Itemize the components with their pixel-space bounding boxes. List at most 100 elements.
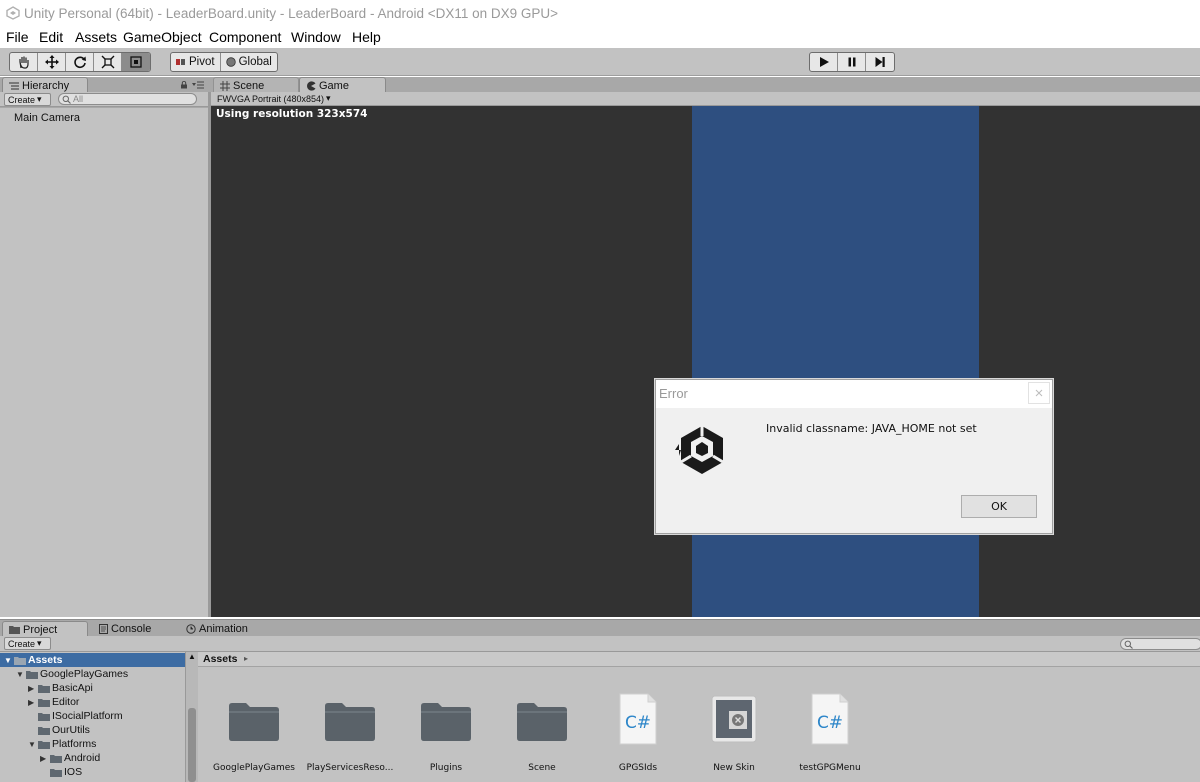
tab-project[interactable]: Project — [2, 621, 88, 636]
asset-label: testGPGMenu — [799, 763, 861, 773]
window-title: Unity Personal (64bit) - LeaderBoard.uni… — [24, 6, 559, 21]
tree-item-assets[interactable]: ▼ Assets — [0, 653, 185, 667]
breadcrumb-assets[interactable]: Assets — [203, 653, 237, 665]
ok-button-label: OK — [991, 500, 1007, 513]
tab-hierarchy[interactable]: Hierarchy — [2, 77, 88, 92]
tab-console[interactable]: Console — [93, 621, 157, 636]
chevron-down-icon: ▾ — [37, 638, 42, 648]
menu-assets[interactable]: Assets — [75, 29, 117, 45]
asset-item[interactable]: New Skin — [686, 692, 782, 777]
svg-text:C#: C# — [625, 713, 651, 733]
game-view[interactable]: Using resolution 323x574 — [211, 106, 1200, 617]
folder-icon — [26, 670, 38, 679]
grid-icon — [220, 80, 230, 91]
tree-item-android[interactable]: ▶ Android — [40, 751, 100, 765]
breadcrumb: Assets ▸ — [198, 652, 1200, 667]
hand-tool-icon[interactable] — [10, 53, 38, 71]
collapsed-arrow-icon: ▶ — [28, 697, 35, 707]
folder-icon — [229, 703, 279, 741]
asset-label: PlayServicesReso... — [306, 763, 394, 773]
asset-label: New Skin — [713, 763, 755, 773]
menu-component[interactable]: Component — [209, 29, 281, 45]
pivot-icon — [176, 59, 185, 65]
folder-icon — [325, 703, 375, 741]
ok-button[interactable]: OK — [961, 495, 1037, 518]
view-tabbar: Scene Game — [211, 77, 1200, 92]
tree-item-label: ISocialPlatform — [52, 710, 123, 722]
lock-icon[interactable] — [180, 81, 188, 89]
tree-item-ios[interactable]: IOS — [40, 765, 82, 779]
dialog-title: Error — [659, 386, 688, 401]
menu-file[interactable]: File — [6, 29, 29, 45]
tree-item-platforms[interactable]: ▼ Platforms — [28, 737, 96, 751]
expanded-arrow-icon: ▼ — [16, 669, 24, 679]
tab-project-label: Project — [23, 623, 58, 636]
tab-game[interactable]: Game — [299, 77, 386, 92]
menu-gameobject[interactable]: GameObject — [123, 29, 202, 45]
folder-icon — [38, 740, 50, 749]
tree-scrollbar[interactable]: ▲ — [185, 652, 198, 782]
aspect-ratio-dropdown[interactable]: FWVGA Portrait (480x854) ▾ — [214, 92, 358, 105]
tree-item-label: GooglePlayGames — [40, 668, 129, 680]
asset-item[interactable]: GooglePlayGames — [206, 692, 302, 777]
asset-item[interactable]: PlayServicesReso... — [302, 692, 398, 777]
menu-window[interactable]: Window — [291, 29, 341, 45]
hierarchy-create-dropdown[interactable]: Create ▾ — [4, 93, 51, 106]
pivot-label: Pivot — [189, 56, 215, 68]
tree-item-googleplaygames[interactable]: ▼ GooglePlayGames — [16, 667, 128, 681]
main-toolbar: Pivot Global — [0, 48, 1200, 76]
asset-label: GooglePlayGames — [213, 763, 295, 773]
game-canvas — [692, 106, 979, 617]
global-toggle[interactable]: Global — [221, 53, 277, 71]
chevron-down-icon: ▾ — [326, 93, 331, 103]
asset-item[interactable]: Plugins — [398, 692, 494, 777]
move-tool-icon[interactable] — [38, 53, 66, 71]
folder-icon — [50, 768, 62, 777]
project-search-input[interactable] — [1120, 638, 1200, 650]
tab-animation[interactable]: Animation — [180, 621, 254, 636]
panel-menu-icon[interactable] — [192, 81, 204, 89]
project-create-dropdown[interactable]: Create ▾ — [4, 637, 51, 650]
guiskin-icon — [711, 695, 757, 743]
rotate-tool-icon[interactable] — [66, 53, 94, 71]
pause-icon[interactable] — [838, 53, 866, 71]
asset-item[interactable]: Scene — [494, 692, 590, 777]
unity-logo-icon — [6, 6, 20, 20]
step-icon[interactable] — [866, 53, 894, 71]
scrollbar-thumb[interactable] — [188, 708, 196, 782]
menu-help[interactable]: Help — [352, 29, 381, 45]
tab-game-label: Game — [319, 79, 349, 92]
asset-item[interactable]: C# GPGSIds — [590, 692, 686, 777]
folder-icon — [50, 754, 62, 763]
rect-tool-icon[interactable] — [122, 53, 150, 71]
list-icon — [9, 82, 19, 89]
asset-item[interactable]: C# testGPGMenu — [782, 692, 878, 777]
chevron-down-icon: ▾ — [37, 94, 42, 104]
tree-item-ourutils[interactable]: OurUtils — [28, 723, 90, 737]
play-icon[interactable] — [810, 53, 838, 71]
tree-item-label: Platforms — [52, 738, 97, 750]
folder-icon — [517, 703, 567, 741]
transform-tools — [9, 52, 151, 72]
asset-label: Plugins — [429, 763, 463, 773]
tab-scene[interactable]: Scene — [213, 77, 299, 92]
tree-item-basicapi[interactable]: ▶ BasicApi — [28, 681, 93, 695]
pivot-toggle[interactable]: Pivot — [171, 53, 221, 71]
dialog-message: Invalid classname: JAVA_HOME not set — [766, 422, 977, 435]
scroll-up-icon[interactable]: ▲ — [188, 652, 196, 661]
close-icon — [1035, 389, 1043, 397]
expanded-arrow-icon: ▼ — [4, 655, 12, 665]
scale-tool-icon[interactable] — [94, 53, 122, 71]
close-button[interactable] — [1028, 382, 1050, 404]
collapsed-arrow-icon: ▶ — [28, 683, 35, 693]
asset-label: GPGSIds — [618, 763, 658, 773]
search-icon — [1124, 640, 1133, 649]
tab-scene-label: Scene — [233, 79, 265, 92]
tree-item-editor[interactable]: ▶ Editor — [28, 695, 79, 709]
title-bar: Unity Personal (64bit) - LeaderBoard.uni… — [0, 0, 1200, 28]
hierarchy-item-main-camera[interactable]: Main Camera — [14, 112, 80, 124]
tree-item-isocialplatform[interactable]: ISocialPlatform — [28, 709, 123, 723]
hierarchy-search-input[interactable]: All — [58, 93, 197, 105]
menu-edit[interactable]: Edit — [39, 29, 63, 45]
hierarchy-tabbar: Hierarchy — [0, 77, 210, 92]
